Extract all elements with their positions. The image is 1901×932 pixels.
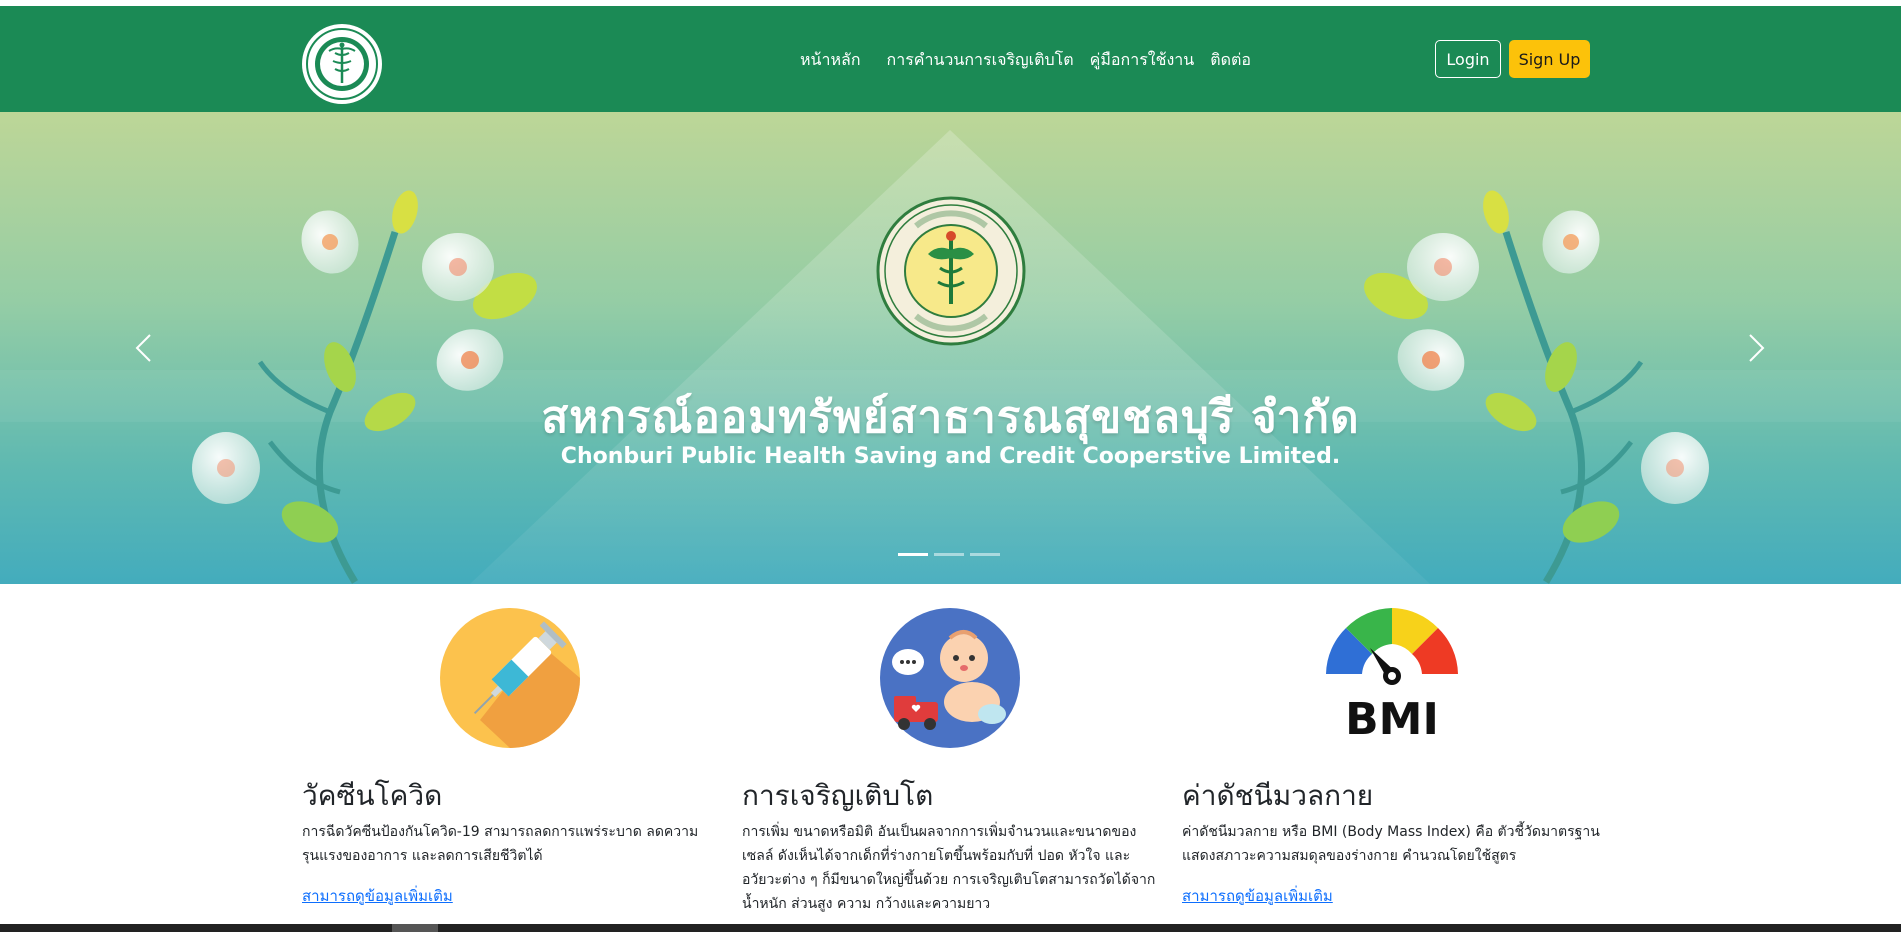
feature-title-vaccine: วัคซีนโควิด: [302, 779, 443, 812]
syringe-icon: [440, 608, 580, 748]
ministry-logo[interactable]: [302, 24, 382, 104]
nav-link-growth-calculator[interactable]: การคำนวนการเจริญเติบโต: [887, 48, 1074, 73]
nav-link-home[interactable]: หน้าหลัก: [800, 48, 861, 73]
chevron-right-icon: [1749, 334, 1765, 362]
ministry-seal-icon: [306, 28, 378, 100]
nav-link-user-manual[interactable]: คู่มือการใช้งาน: [1090, 48, 1195, 73]
hero-carousel: สหกรณ์ออมทรัพย์สาธารณสุขชลบุรี จำกัด Cho…: [0, 112, 1901, 584]
feature-section: วัคซีนโควิด การฉีดวัคซีนป้องกันโควิด-19 …: [0, 584, 1901, 924]
feature-description-vaccine: การฉีดวัคซีนป้องกันโควิด-19 สามารถลดการแ…: [302, 824, 699, 864]
bmi-icon-label: BMI: [1345, 694, 1439, 745]
feature-title-bmi: ค่าดัชนีมวลกาย: [1182, 779, 1374, 812]
signup-button[interactable]: Sign Up: [1509, 40, 1590, 78]
bmi-gauge-icon: BMI: [1326, 608, 1458, 745]
feature-link-bmi[interactable]: สามารถดูข้อมูลเพิ่มเติม: [1182, 884, 1333, 908]
main-nav: หน้าหลัก การคำนวนการเจริญเติบโต คู่มือกา…: [800, 48, 1269, 73]
cooperative-seal-icon: [876, 196, 1026, 346]
feature-description-growth: การเพิ่ม ขนาดหรือมิติ อันเป็นผลจากการเพิ…: [742, 824, 1156, 912]
feature-description-bmi: ค่าดัชนีมวลกาย หรือ BMI (Body Mass Index…: [1182, 824, 1600, 864]
baby-icon: [880, 608, 1020, 748]
feature-title-growth: การเจริญเติบโต: [742, 779, 934, 812]
carousel-prev-button[interactable]: [128, 328, 158, 368]
carousel-indicator-2[interactable]: [934, 553, 964, 556]
carousel-indicators: [898, 553, 1000, 556]
login-button[interactable]: Login: [1435, 40, 1501, 78]
feature-link-vaccine[interactable]: สามารถดูข้อมูลเพิ่มเติม: [302, 884, 453, 908]
carousel-indicator-3[interactable]: [970, 553, 1000, 556]
scrollbar-thumb[interactable]: [392, 924, 438, 932]
nav-link-contact[interactable]: ติดต่อ: [1210, 48, 1251, 73]
carousel-next-button[interactable]: [1742, 328, 1772, 368]
carousel-indicator-1[interactable]: [898, 553, 928, 556]
hero-title-thai: สหกรณ์ออมทรัพย์สาธารณสุขชลบุรี จำกัด: [541, 392, 1360, 443]
hero-title-english: Chonburi Public Health Saving and Credit…: [560, 444, 1341, 469]
navbar: หน้าหลัก การคำนวนการเจริญเติบโต คู่มือกา…: [0, 6, 1901, 112]
chevron-left-icon: [135, 334, 151, 362]
hero-background-art: [0, 130, 1901, 584]
horizontal-scrollbar[interactable]: [0, 924, 1901, 932]
